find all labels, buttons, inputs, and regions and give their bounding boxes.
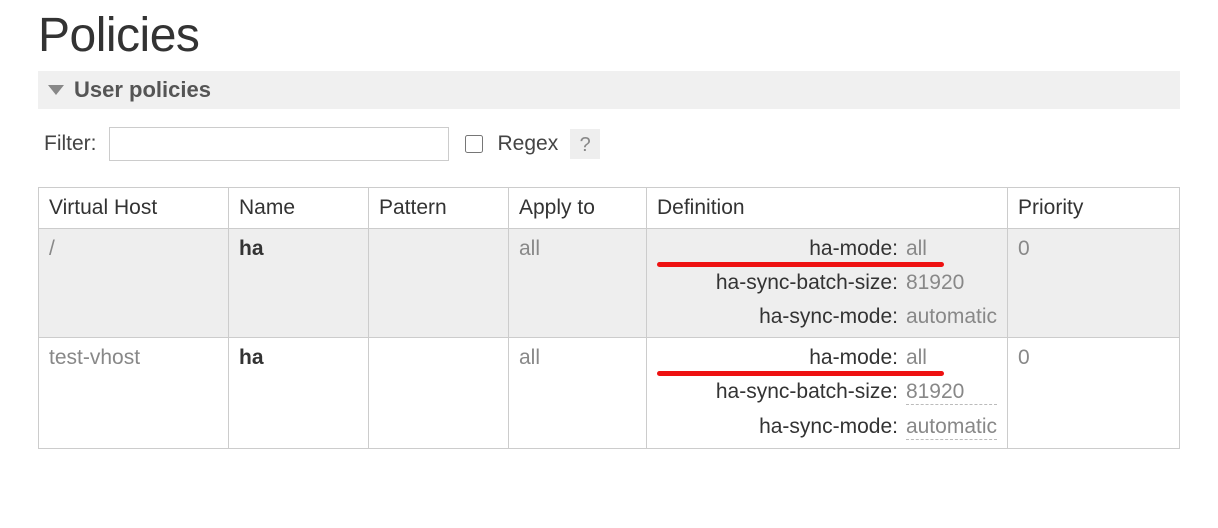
cell-priority: 0 [1018, 237, 1030, 260]
filter-label: Filter: [44, 132, 97, 156]
definition-value: all [906, 237, 997, 261]
definition-key: ha-mode: [657, 346, 898, 370]
section-label: User policies [74, 77, 211, 103]
col-virtual-host[interactable]: Virtual Host [39, 188, 229, 229]
definition-key: ha-sync-mode: [657, 305, 898, 329]
definition-value: 81920 [906, 271, 997, 295]
col-apply-to[interactable]: Apply to [509, 188, 647, 229]
col-name[interactable]: Name [229, 188, 369, 229]
definition-key: ha-sync-batch-size: [657, 271, 898, 295]
help-button[interactable]: ? [570, 129, 600, 159]
definition-key: ha-sync-batch-size: [657, 380, 898, 404]
definition-value: 81920 [906, 380, 997, 405]
definition-value: automatic [906, 415, 997, 440]
cell-priority: 0 [1018, 346, 1030, 369]
table-row[interactable]: / ha all ha-mode: all ha-sync-batch-size: 8192… [39, 229, 1180, 338]
section-user-policies[interactable]: User policies [38, 71, 1180, 109]
regex-label: Regex [498, 132, 559, 156]
definition-value: all [906, 346, 997, 370]
cell-name: ha [239, 346, 264, 369]
col-pattern[interactable]: Pattern [369, 188, 509, 229]
cell-apply-to: all [519, 237, 540, 260]
cell-vhost: / [49, 237, 55, 260]
chevron-down-icon [48, 85, 64, 95]
definition-key: ha-mode: [657, 237, 898, 261]
filter-input[interactable] [109, 127, 449, 161]
cell-name: ha [239, 237, 264, 260]
page-title: Policies [38, 8, 1180, 63]
definition-value: automatic [906, 305, 997, 329]
cell-apply-to: all [519, 346, 540, 369]
col-definition[interactable]: Definition [647, 188, 1008, 229]
cell-vhost: test-vhost [49, 346, 140, 369]
regex-checkbox[interactable] [465, 135, 483, 153]
definition-key: ha-sync-mode: [657, 415, 898, 439]
col-priority[interactable]: Priority [1008, 188, 1180, 229]
policies-table: Virtual Host Name Pattern Apply to Defin… [38, 187, 1180, 449]
table-row[interactable]: test-vhost ha all ha-mode: all ha-sync-batch-… [39, 338, 1180, 449]
